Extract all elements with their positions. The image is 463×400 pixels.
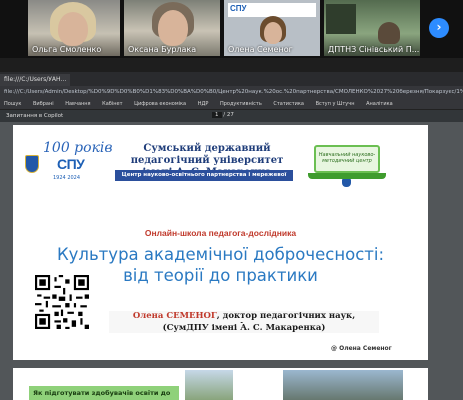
copilot-button[interactable]: Запитання в Copilot [6,113,63,119]
page-number-input[interactable]: 1 [212,112,222,118]
spu-logo: СПУ [230,4,247,13]
qr-code-icon [35,275,89,329]
bookmark-item[interactable]: Цифрова економіка [134,101,186,107]
participant-tile[interactable]: Оксана Бурлака [124,0,220,56]
pdf-page-2: Як підготувати здобувачів освіти до [13,368,428,400]
chalkboard-shape [326,4,356,34]
bookmark-item[interactable]: Пошук [4,101,21,107]
address-bar[interactable]: file:///C:/Users/Admin/Desktop/%D0%9D%D0… [0,86,463,98]
school-subtitle: Онлайн-школа педагога-дослідника [144,228,297,238]
participant-name: Олена Семеног [228,45,293,54]
pdf-toolbar: Запитання в Copilot 1 / 27 [0,110,463,122]
photo-image [185,370,233,400]
bookmark-item[interactable]: Вибрані [33,101,54,107]
university-crest-icon [25,155,39,173]
bookmark-item[interactable]: Навчання [65,101,90,107]
slide-title-line: Культура академічної доброчесності: [56,245,385,264]
bookmark-item[interactable]: Вступ у Штучн [316,101,355,107]
face-shape [264,22,282,44]
participant-tile[interactable]: ДПТНЗ Сінівський П... [324,0,420,56]
bookmark-item[interactable]: Кабінет [102,101,122,107]
author-name: Олена СЕМЕНОГ [132,311,217,321]
anniversary-logo: 100 років [43,140,113,156]
book-text: Навчальний науково-методичний центр [318,152,376,164]
bookmark-item[interactable]: Продуктивність [220,101,262,107]
page-total: / 27 [223,112,234,118]
bookmark-item[interactable]: Статистика [273,101,304,107]
book-emblem: Навчальний науково-методичний центр [308,139,386,187]
author-affiliation: (СумДПУ імені А. С. Макаренка) [109,323,379,333]
participant-tile[interactable]: СПУ Олена Семеног [224,0,320,56]
pdf-page: 100 років СПУ 1924 2024 Сумський державн… [13,125,428,360]
bookmark-item[interactable]: НДР [198,101,209,107]
participant-name: Оксана Бурлака [128,45,197,54]
slide2-heading: Як підготувати здобувачів освіти до [29,386,179,400]
pdf-viewer[interactable]: 100 років СПУ 1924 2024 Сумський державн… [0,122,463,400]
browser-tab[interactable]: file:///C:/Users/УАН... [0,74,70,86]
center-band: Центр науково-освітнього партнерства і м… [115,170,293,189]
coat-of-arms-icon [342,179,351,187]
participant-name: ДПТНЗ Сінівський П... [328,45,420,54]
bookmarks-bar: Пошук Вибрані Навчання Кабінет Цифрова е… [0,98,463,110]
bookmark-item[interactable]: Аналітика [366,101,393,107]
spu-logo: СПУ [57,156,85,172]
building-image [283,370,403,400]
chevron-right-icon: › [436,20,442,34]
logo-years: 1924 2024 [53,175,81,181]
face-shape [158,10,188,46]
hair-shape [378,22,400,44]
zoom-window: Ольга Смоленко Оксана Бурлака СПУ Олена … [0,0,463,400]
copyright-text: @ Олена Семеног [331,345,392,352]
page-indicator: 1 / 27 [212,112,234,118]
video-strip: Ольга Смоленко Оксана Бурлака СПУ Олена … [0,0,463,58]
participant-tile[interactable]: Ольга Смоленко [28,0,120,56]
next-page-button[interactable]: › [429,18,449,38]
face-shape [58,12,88,46]
participant-name: Ольга Смоленко [32,45,102,54]
browser-tabbar: file:///C:/Users/УАН... [0,72,463,86]
